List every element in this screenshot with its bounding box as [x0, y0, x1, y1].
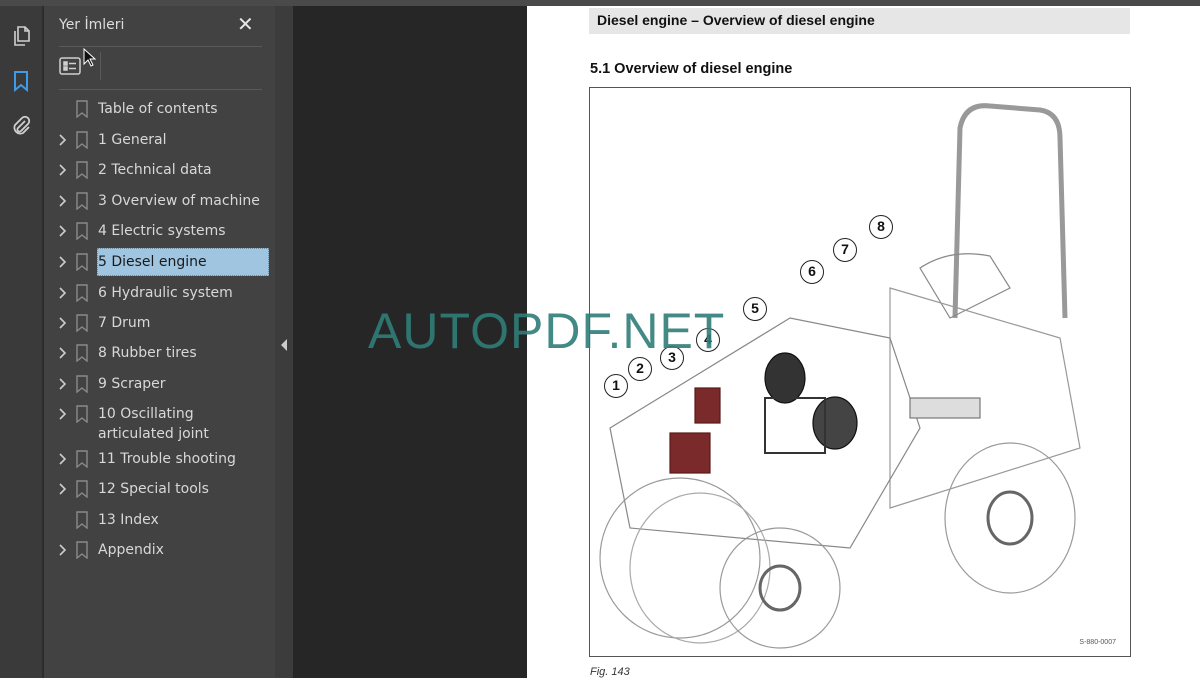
bookmark-icon: [76, 511, 88, 529]
collapse-panel-icon[interactable]: [280, 339, 288, 351]
callout-1: 1: [604, 374, 628, 398]
panel-title: Yer İmleri: [59, 17, 125, 33]
page-header: Diesel engine – Overview of diesel engin…: [589, 8, 1130, 34]
chevron-right-icon[interactable]: [56, 194, 70, 208]
engine-figure: 12345678 S-880-0007: [589, 87, 1131, 657]
bookmark-icon: [76, 161, 88, 179]
bookmark-icon: [76, 131, 88, 149]
bookmark-label: Table of contents: [98, 101, 218, 117]
bookmark-label: 5 Diesel engine: [97, 248, 269, 276]
close-icon[interactable]: ✕: [237, 12, 254, 36]
bookmark-label: 11 Trouble shooting: [98, 451, 236, 467]
roller-illustration: [599, 103, 1081, 649]
callout-2: 2: [628, 357, 652, 381]
figure-caption: Fig. 143: [590, 666, 630, 678]
bookmark-icon: [76, 375, 88, 393]
bookmark-label: 7 Drum: [98, 315, 151, 331]
bookmark-label: 6 Hydraulic system: [98, 285, 233, 301]
chevron-right-icon[interactable]: [56, 133, 70, 147]
bookmark-label: Appendix: [98, 542, 164, 558]
chevron-right-icon[interactable]: [56, 316, 70, 330]
figure-code: S-880-0007: [1079, 639, 1116, 646]
bookmark-icon: [76, 253, 88, 271]
bookmark-label: 1 General: [98, 132, 167, 148]
bookmark-icon: [76, 450, 88, 468]
bookmark-label: 4 Electric systems: [98, 223, 226, 239]
toolbar-separator: [100, 52, 101, 80]
mouse-cursor-icon: [83, 48, 97, 67]
section-title: 5.1 Overview of diesel engine: [590, 61, 793, 77]
divider: [59, 46, 262, 47]
bookmark-icon: [76, 192, 88, 210]
bookmark-icon: [76, 284, 88, 302]
chevron-right-icon[interactable]: [56, 377, 70, 391]
panel-splitter[interactable]: [275, 6, 293, 678]
bookmark-icon: [76, 344, 88, 362]
callout-7: 7: [833, 238, 857, 262]
pages-icon[interactable]: [9, 24, 33, 48]
bookmark-icon[interactable]: [9, 69, 33, 93]
chevron-right-icon[interactable]: [56, 286, 70, 300]
callout-8: 8: [869, 215, 893, 239]
chevron-right-icon[interactable]: [56, 543, 70, 557]
chevron-right-icon[interactable]: [56, 224, 70, 238]
chevron-right-icon[interactable]: [56, 452, 70, 466]
bookmark-icon: [76, 314, 88, 332]
bookmarks-panel: Yer İmleri ✕ Table of contents 1 General 2…: [44, 6, 275, 678]
callout-6: 6: [800, 260, 824, 284]
chevron-right-icon[interactable]: [56, 255, 70, 269]
chevron-right-icon[interactable]: [56, 482, 70, 496]
callout-5: 5: [743, 297, 767, 321]
bookmark-label: 2 Technical data: [98, 162, 212, 178]
bookmark-label: 9 Scraper: [98, 376, 166, 392]
bookmark-label: 10 Oscillating articulated joint: [98, 406, 209, 442]
bookmark-label: 13 Index: [98, 512, 159, 528]
bookmark-options-icon[interactable]: [59, 56, 81, 76]
bookmark-icon: [76, 541, 88, 559]
bookmark-label: 3 Overview of machine: [98, 193, 260, 209]
divider: [59, 89, 262, 90]
bookmark-label: 12 Special tools: [98, 481, 209, 497]
chevron-right-icon[interactable]: [56, 346, 70, 360]
attachment-icon[interactable]: [9, 114, 33, 138]
bookmark-icon: [76, 222, 88, 240]
chevron-right-icon[interactable]: [56, 163, 70, 177]
bookmark-icon: [76, 480, 88, 498]
bookmark-label: 8 Rubber tires: [98, 345, 197, 361]
side-rail: [0, 6, 43, 678]
watermark: AUTOPDF.NET: [368, 303, 726, 359]
chevron-right-icon[interactable]: [56, 407, 70, 421]
bookmark-icon: [76, 100, 88, 118]
bookmark-icon: [76, 405, 88, 423]
